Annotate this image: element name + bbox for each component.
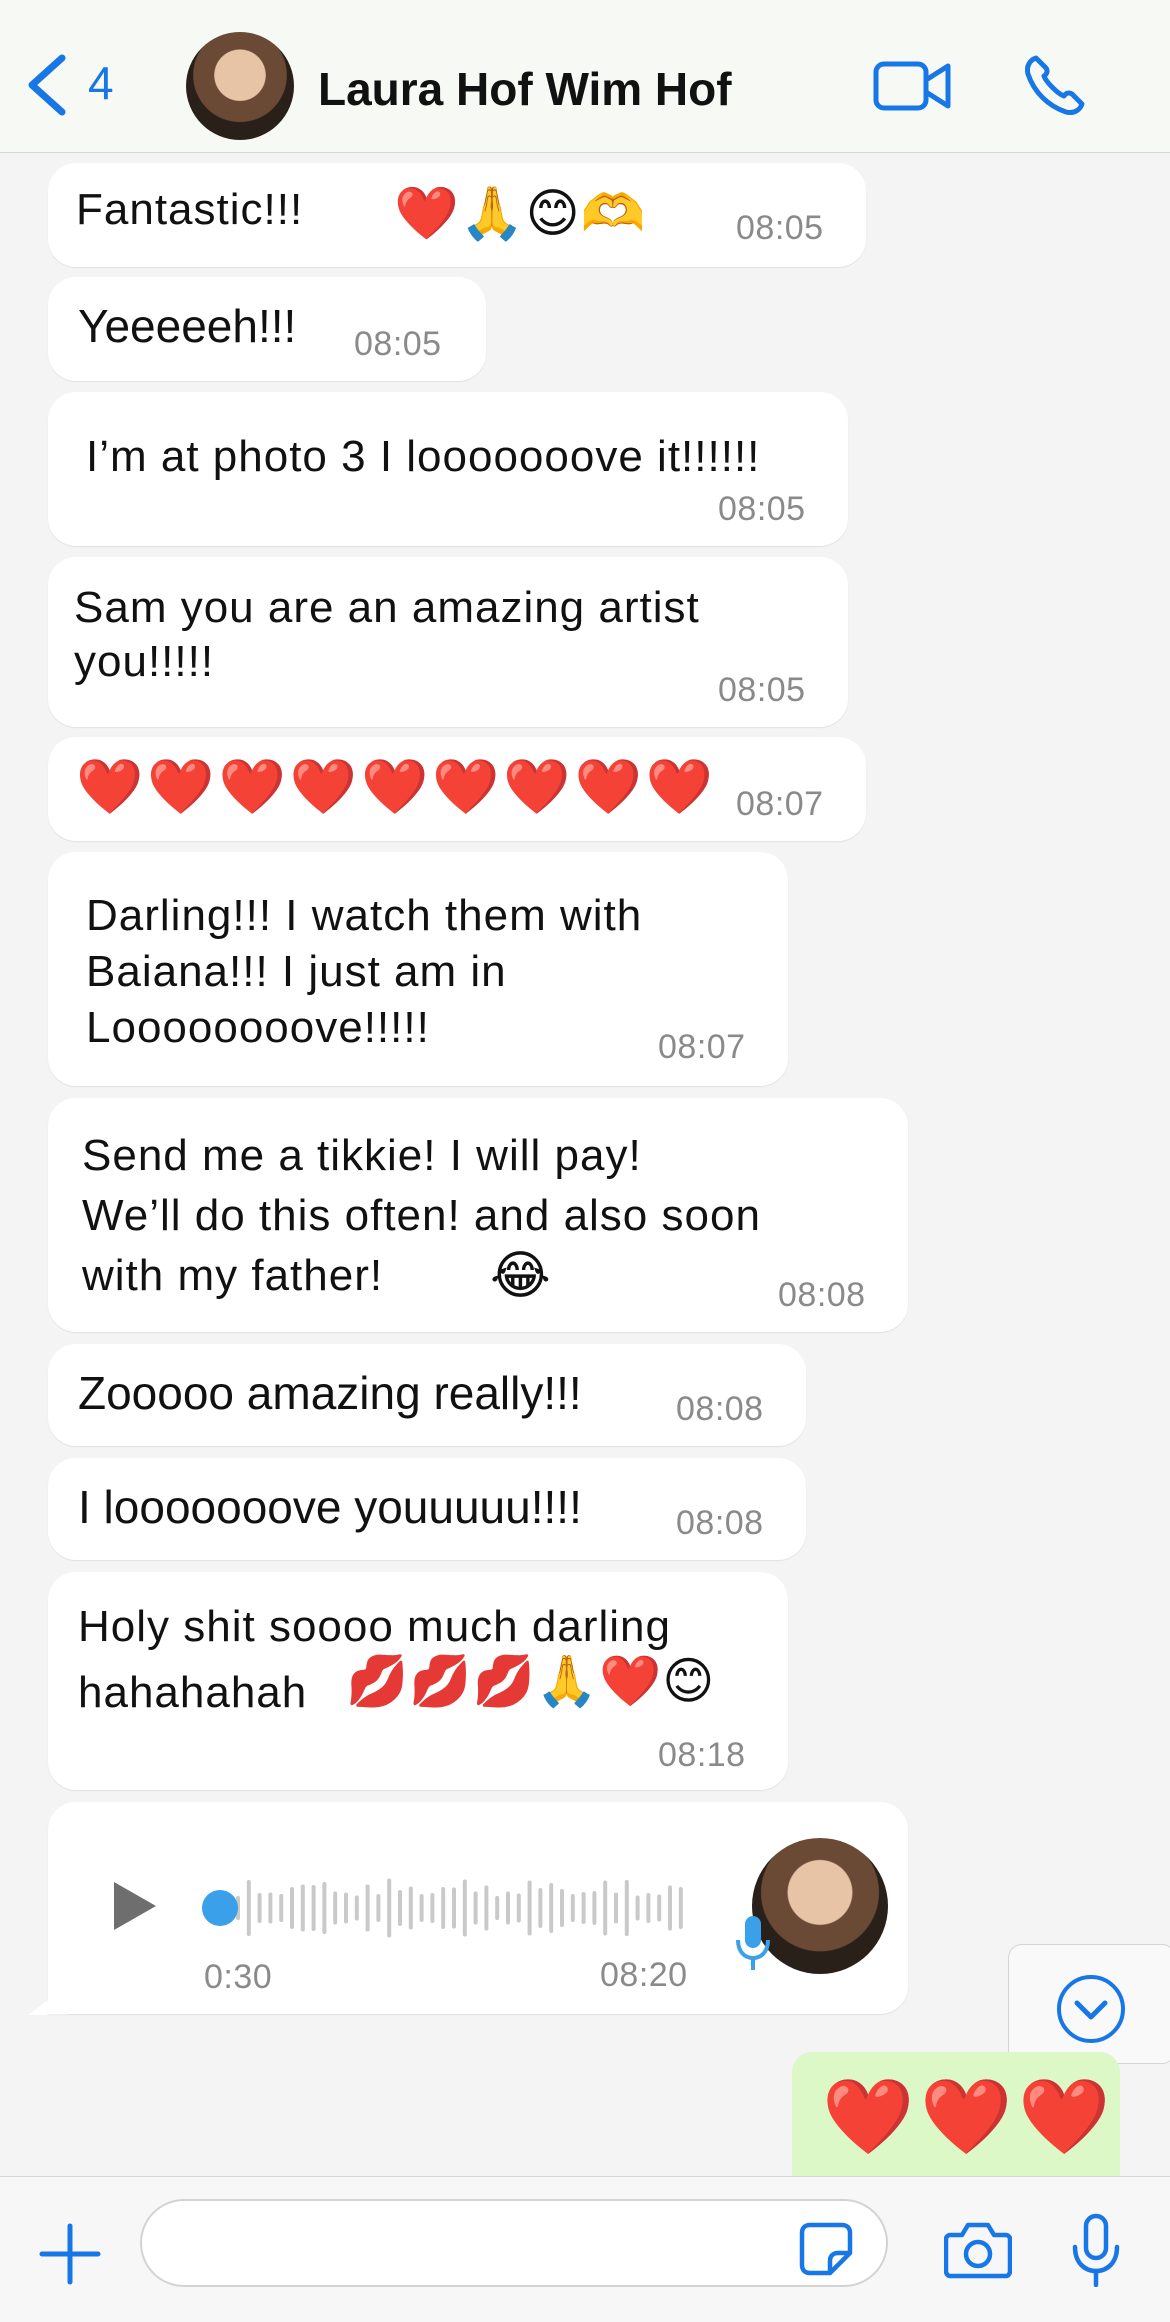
microphone-icon[interactable] xyxy=(1070,2213,1122,2287)
playback-position[interactable] xyxy=(202,1890,238,1926)
waveform-bar xyxy=(495,1896,500,1920)
message-time: 08:07 xyxy=(658,1028,746,1066)
chat-header: 4 Laura Hof Wim Hof xyxy=(0,0,1170,153)
message-bubble[interactable]: ❤️❤️❤️❤️❤️❤️❤️❤️❤️ 08:07 xyxy=(48,737,866,841)
chevron-down-icon xyxy=(1057,1975,1125,2043)
voice-duration: 0:30 xyxy=(204,1958,273,1996)
waveform-bar xyxy=(668,1885,672,1931)
message-text: Yeeeeeh!!! xyxy=(78,300,297,352)
waveform-bar xyxy=(452,1887,456,1929)
play-icon[interactable] xyxy=(110,1878,160,1934)
waveform-bar xyxy=(279,1894,284,1922)
message-bubble[interactable]: Fantastic!!! ❤️🙏😊🫶 08:05 xyxy=(48,163,866,267)
message-text: I’m at photo 3 I looooooove it!!!!!! xyxy=(86,432,761,481)
waveform[interactable] xyxy=(232,1868,692,1948)
message-emoji: 💋💋💋🙏❤️😊 xyxy=(346,1652,716,1710)
waveform-bar xyxy=(257,1893,262,1923)
waveform-bar xyxy=(387,1878,392,1938)
phone-icon[interactable] xyxy=(1022,52,1088,118)
waveform-bar xyxy=(462,1879,467,1937)
message-input[interactable] xyxy=(140,2199,888,2287)
message-time: 08:05 xyxy=(718,490,806,528)
message-bubble[interactable]: Yeeeeeh!!! 08:05 xyxy=(48,277,486,381)
waveform-bar xyxy=(322,1882,327,1934)
waveform-bar xyxy=(516,1893,521,1923)
waveform-bar xyxy=(538,1888,543,1928)
message-bubble[interactable]: Send me a tikkie! I will pay! We’ll do t… xyxy=(48,1098,908,1332)
waveform-bar xyxy=(473,1891,478,1925)
video-call-icon[interactable] xyxy=(872,56,952,116)
contact-name[interactable]: Laura Hof Wim Hof xyxy=(318,62,732,116)
waveform-bar xyxy=(419,1894,424,1922)
voice-time: 08:20 xyxy=(600,1956,688,1994)
sticker-icon[interactable] xyxy=(798,2221,854,2277)
waveform-bar xyxy=(581,1892,586,1924)
waveform-bar xyxy=(430,1893,435,1923)
waveform-bar xyxy=(570,1894,575,1922)
waveform-bar xyxy=(441,1887,446,1929)
waveform-bar xyxy=(365,1884,370,1932)
waveform-bar xyxy=(398,1890,402,1926)
composer-bar xyxy=(0,2176,1170,2322)
waveform-bar xyxy=(344,1892,348,1924)
message-time: 08:18 xyxy=(658,1736,746,1774)
waveform-bar xyxy=(549,1883,554,1933)
contact-avatar[interactable] xyxy=(186,32,294,140)
waveform-bar xyxy=(592,1891,597,1925)
message-emoji: ❤️🙏😊🫶 xyxy=(394,184,647,244)
voice-sender-avatar xyxy=(752,1838,888,1974)
message-time: 08:05 xyxy=(736,209,824,247)
waveform-bar xyxy=(603,1880,608,1936)
waveform-bar xyxy=(657,1894,662,1922)
waveform-bar xyxy=(376,1894,381,1922)
message-bubble[interactable]: Darling!!! I watch them with Baiana!!! I… xyxy=(48,852,788,1086)
waveform-bar xyxy=(624,1880,629,1936)
message-time: 08:05 xyxy=(718,671,806,709)
message-emoji: ❤️❤️❤️ xyxy=(822,2074,1117,2160)
camera-icon[interactable] xyxy=(944,2221,1012,2279)
waveform-bar xyxy=(560,1889,564,1927)
message-emoji: ❤️❤️❤️❤️❤️❤️❤️❤️❤️ xyxy=(76,755,718,818)
message-text: Fantastic!!! xyxy=(76,185,304,234)
message-bubble[interactable]: Zooooo amazing really!!! 08:08 xyxy=(48,1344,806,1446)
waveform-bar xyxy=(678,1887,683,1929)
message-text: Zooooo amazing really!!! xyxy=(78,1367,582,1419)
waveform-bar xyxy=(354,1895,359,1921)
message-text: Send me a tikkie! I will pay! We’ll do t… xyxy=(82,1131,761,1300)
message-bubble[interactable]: Sam you are an amazing artist you!!!!! 0… xyxy=(48,557,848,727)
message-time: 08:08 xyxy=(676,1390,764,1428)
waveform-bar xyxy=(408,1886,413,1930)
waveform-bar xyxy=(311,1885,316,1931)
message-text: Sam you are an amazing artist you!!!!! xyxy=(74,583,700,686)
waveform-bar xyxy=(333,1891,338,1925)
outgoing-message[interactable]: ❤️❤️❤️ xyxy=(792,2052,1120,2176)
message-text: I looooooove youuuuu!!!! xyxy=(78,1481,582,1533)
microphone-icon xyxy=(736,1916,770,1970)
waveform-bar xyxy=(246,1880,251,1936)
message-bubble[interactable]: I looooooove youuuuu!!!! 08:08 xyxy=(48,1458,806,1560)
scroll-to-bottom-button[interactable] xyxy=(1008,1944,1170,2064)
message-time: 08:08 xyxy=(778,1276,866,1314)
message-emoji: 😂 xyxy=(490,1246,552,1306)
message-time: 08:08 xyxy=(676,1504,764,1542)
waveform-bar xyxy=(484,1885,489,1931)
unread-count[interactable]: 4 xyxy=(88,56,114,110)
message-bubble[interactable]: Holy shit soooo much darling hahahahah 💋… xyxy=(48,1572,788,1790)
plus-icon[interactable] xyxy=(38,2222,102,2286)
waveform-bar xyxy=(646,1893,651,1923)
waveform-bar xyxy=(527,1880,532,1936)
waveform-bar xyxy=(506,1891,510,1925)
waveform-bar xyxy=(268,1892,273,1924)
message-bubble[interactable]: I’m at photo 3 I looooooove it!!!!!! 08:… xyxy=(48,392,848,546)
message-text: Darling!!! I watch them with Baiana!!! I… xyxy=(86,891,643,1052)
waveform-bar xyxy=(300,1884,305,1932)
chevron-left-icon[interactable] xyxy=(22,52,76,118)
message-time: 08:05 xyxy=(354,325,442,363)
waveform-bar xyxy=(290,1887,294,1929)
waveform-bar xyxy=(614,1892,618,1924)
waveform-bar xyxy=(635,1895,640,1921)
message-time: 08:07 xyxy=(736,785,824,823)
